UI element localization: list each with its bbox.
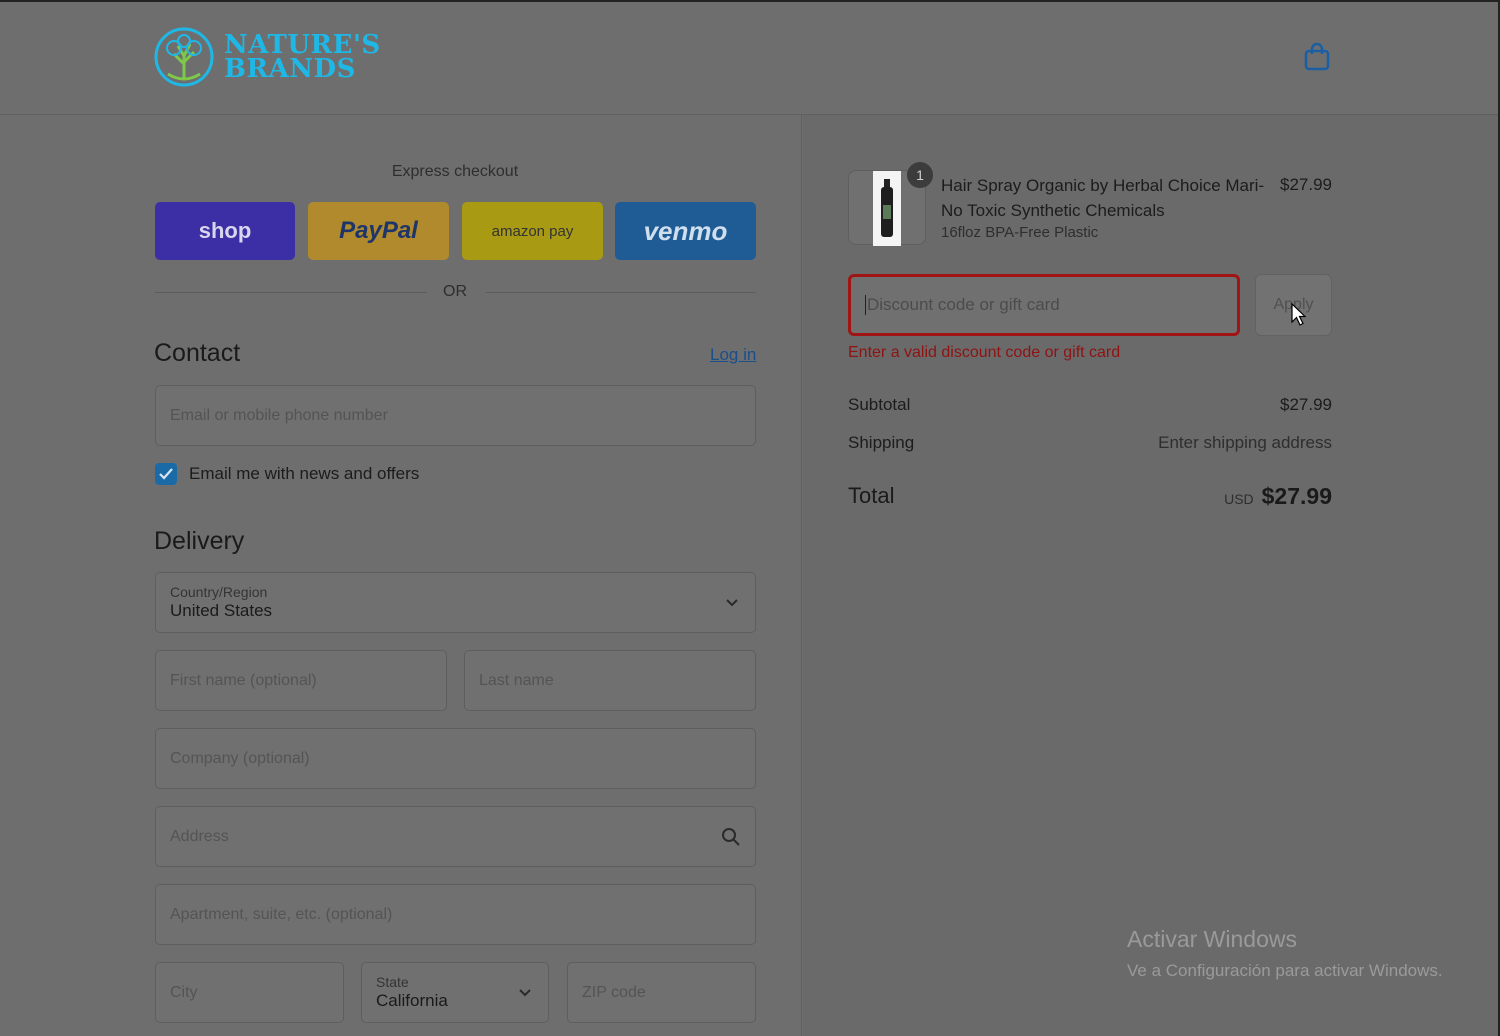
tree-logo-icon: [154, 27, 214, 87]
delivery-heading: Delivery: [154, 527, 245, 555]
newsletter-checkbox-row[interactable]: Email me with news and offers: [155, 463, 419, 485]
total-value: $27.99: [1261, 483, 1332, 509]
windows-activation-watermark: Activar Windows Ve a Configuración para …: [1127, 926, 1443, 981]
divider-left: [155, 292, 427, 293]
brand-logo[interactable]: NATURE'S BRANDS: [154, 26, 381, 88]
product-title: Hair Spray Organic by Herbal Choice Mari…: [941, 176, 1265, 220]
state-label: State: [376, 974, 409, 990]
total-currency: USD: [1224, 491, 1254, 507]
product-image: [873, 171, 901, 246]
shipping-value: Enter shipping address: [1158, 433, 1332, 452]
quantity-badge: 1: [907, 162, 933, 188]
company-field[interactable]: Company (optional): [155, 728, 756, 789]
country-select[interactable]: Country/Region United States: [155, 572, 756, 633]
mouse-cursor-icon: [1291, 302, 1307, 332]
order-summary: 1 Hair Spray Organic by Herbal Choice Ma…: [803, 115, 1500, 1036]
apartment-field[interactable]: Apartment, suite, etc. (optional): [155, 884, 756, 945]
brand-line-2: BRANDS: [224, 54, 356, 84]
or-divider-label: OR: [443, 283, 467, 300]
contact-heading: Contact: [154, 339, 241, 367]
product-price: $27.99: [1280, 175, 1332, 194]
check-icon: [159, 468, 173, 480]
site-header: NATURE'S BRANDS: [0, 0, 1500, 115]
total-label: Total: [848, 483, 895, 508]
total-amount: USD $27.99: [1224, 483, 1332, 510]
first-name-field[interactable]: First name (optional): [155, 650, 447, 711]
text-caret: [865, 295, 866, 315]
discount-code-input[interactable]: Discount code or gift card: [848, 274, 1240, 336]
address-field[interactable]: Address: [155, 806, 756, 867]
city-field[interactable]: City: [155, 962, 344, 1023]
address-placeholder: Address: [170, 827, 229, 845]
shop-pay-button[interactable]: shop: [155, 202, 295, 260]
subtotal-label: Subtotal: [848, 395, 911, 414]
chevron-down-icon: [518, 985, 532, 1003]
zip-field[interactable]: ZIP code: [567, 962, 756, 1023]
watermark-subtitle: Ve a Configuración para activar Windows.: [1127, 961, 1443, 980]
venmo-button[interactable]: venmo: [615, 202, 756, 260]
newsletter-label: Email me with news and offers: [189, 464, 420, 483]
shopping-bag-icon[interactable]: [1303, 42, 1331, 77]
discount-error-message: Enter a valid discount code or gift card: [848, 344, 1121, 361]
shipping-label: Shipping: [848, 433, 915, 452]
newsletter-checkbox[interactable]: [155, 463, 177, 485]
state-value: California: [376, 991, 448, 1010]
checkout-form: Express checkout shop PayPal amazon pay …: [0, 115, 802, 1036]
state-select[interactable]: State California: [361, 962, 549, 1023]
country-label: Country/Region: [170, 584, 268, 600]
email-field[interactable]: Email or mobile phone number: [155, 385, 756, 446]
chevron-down-icon: [725, 595, 739, 613]
amazon-pay-button[interactable]: amazon pay: [462, 202, 603, 260]
paypal-button[interactable]: PayPal: [308, 202, 449, 260]
search-icon[interactable]: [721, 827, 741, 852]
subtotal-value: $27.99: [1280, 395, 1332, 414]
country-value: United States: [170, 601, 273, 620]
divider-right: [486, 292, 756, 293]
discount-placeholder: Discount code or gift card: [867, 295, 1060, 314]
brand-wordmark: NATURE'S BRANDS: [224, 32, 381, 84]
login-link[interactable]: Log in: [710, 345, 756, 365]
watermark-title: Activar Windows: [1127, 926, 1297, 952]
product-variant: 16floz BPA-Free Plastic: [941, 224, 1099, 241]
last-name-field[interactable]: Last name: [464, 650, 756, 711]
express-checkout-title: Express checkout: [391, 163, 519, 180]
